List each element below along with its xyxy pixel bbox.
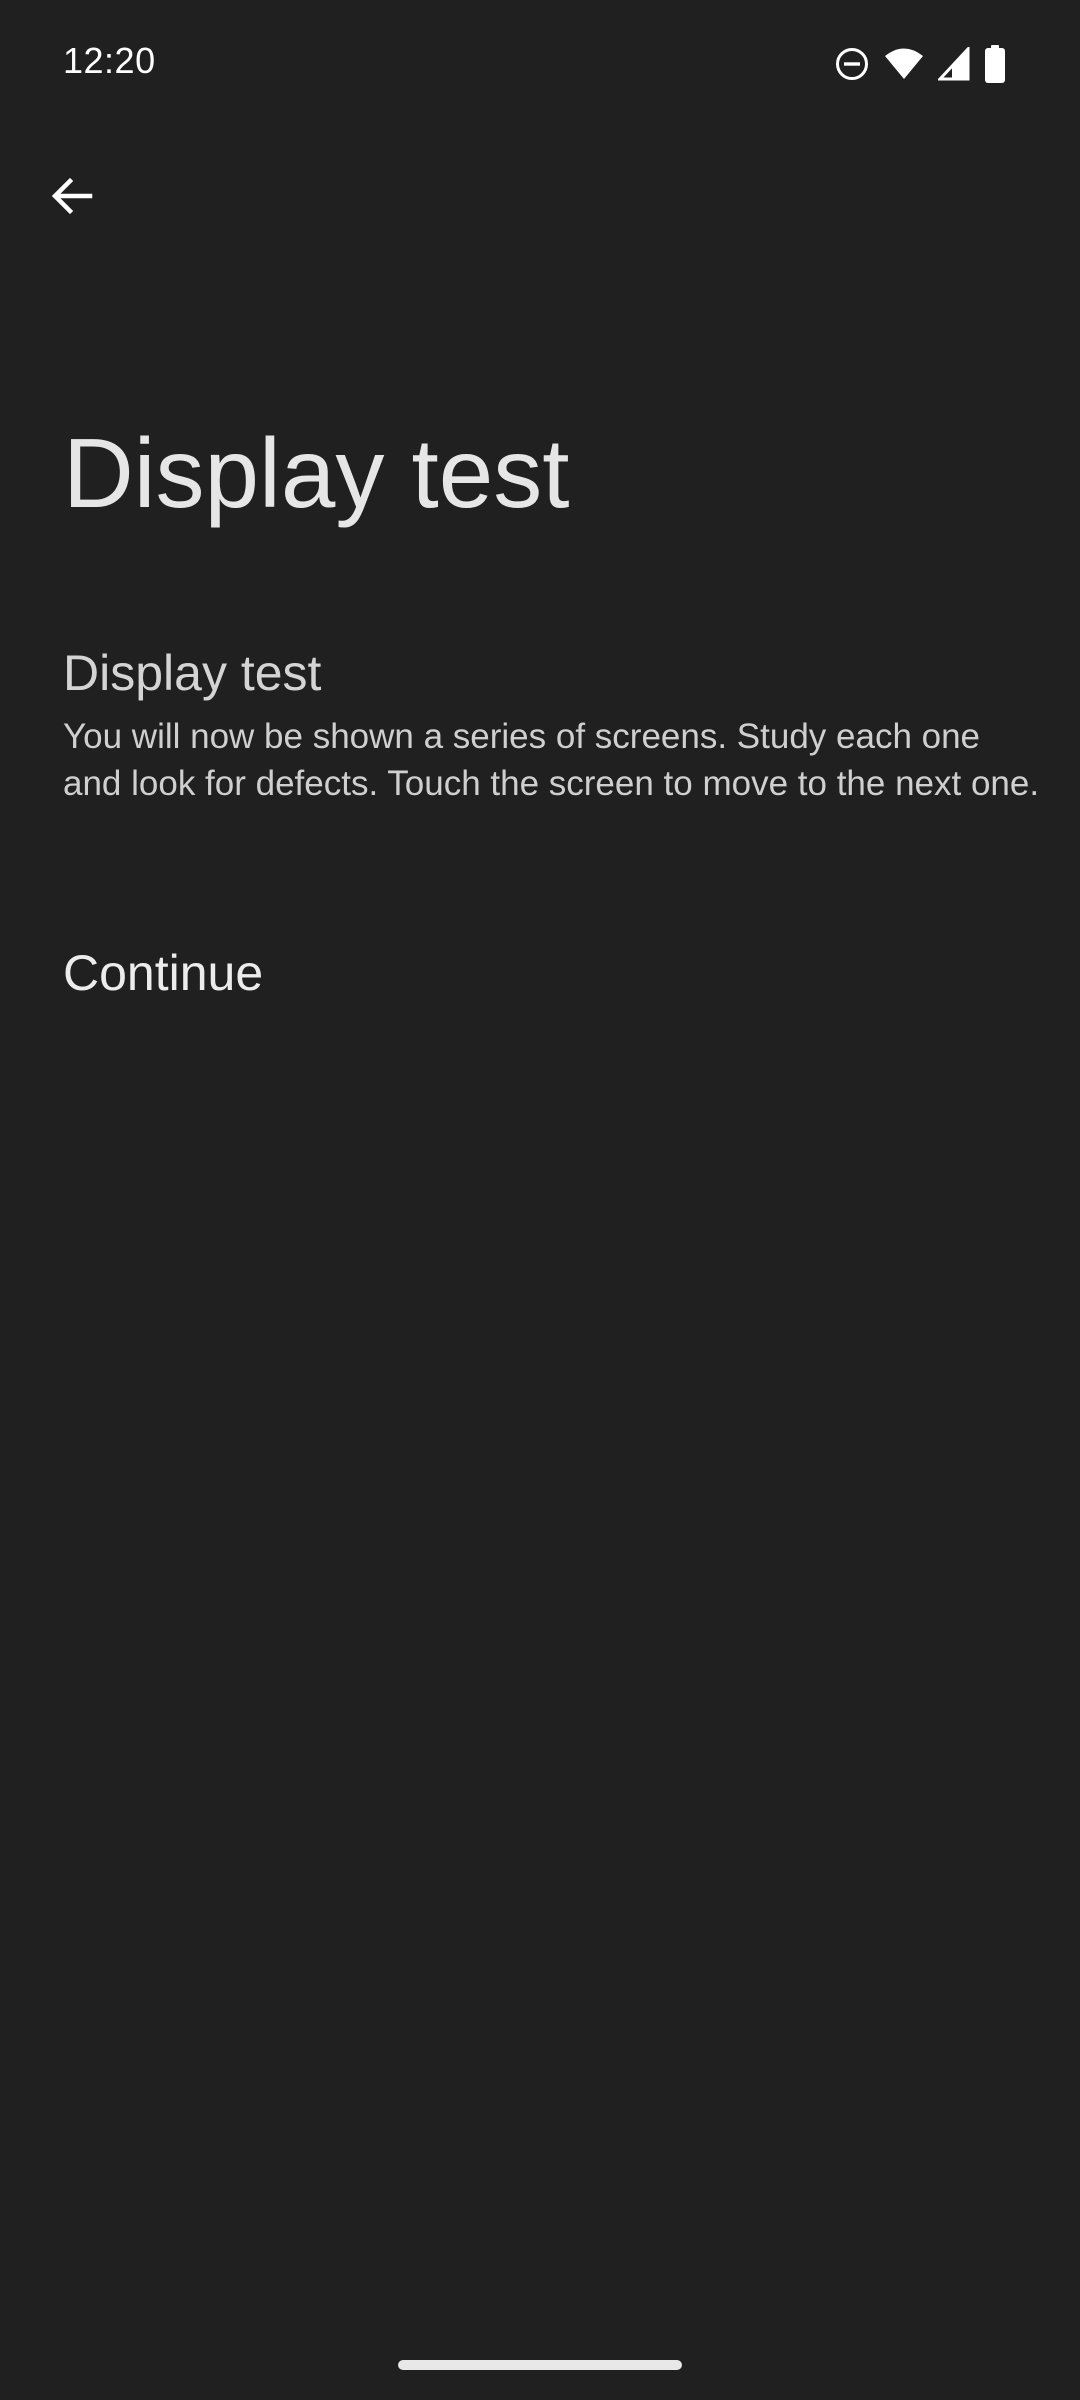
battery-icon xyxy=(984,45,1006,83)
instructions-section: Display test You will now be shown a ser… xyxy=(63,643,1043,807)
section-body: You will now be shown a series of screen… xyxy=(63,717,1040,803)
status-icons xyxy=(834,44,1006,84)
do-not-disturb-icon xyxy=(834,46,870,82)
status-bar: 12:20 xyxy=(0,0,1080,128)
status-time: 12:20 xyxy=(63,40,156,81)
page-title: Display test xyxy=(63,418,570,528)
screen: 12:20 Display test Display test You will… xyxy=(0,0,1080,2400)
section-heading: Display test xyxy=(63,645,322,701)
arrow-back-icon xyxy=(48,172,96,225)
cellular-signal-icon xyxy=(938,47,970,81)
back-button[interactable] xyxy=(36,162,108,234)
continue-button[interactable]: Continue xyxy=(63,944,263,1002)
wifi-icon xyxy=(884,47,924,81)
gesture-nav-handle[interactable] xyxy=(398,2360,682,2370)
